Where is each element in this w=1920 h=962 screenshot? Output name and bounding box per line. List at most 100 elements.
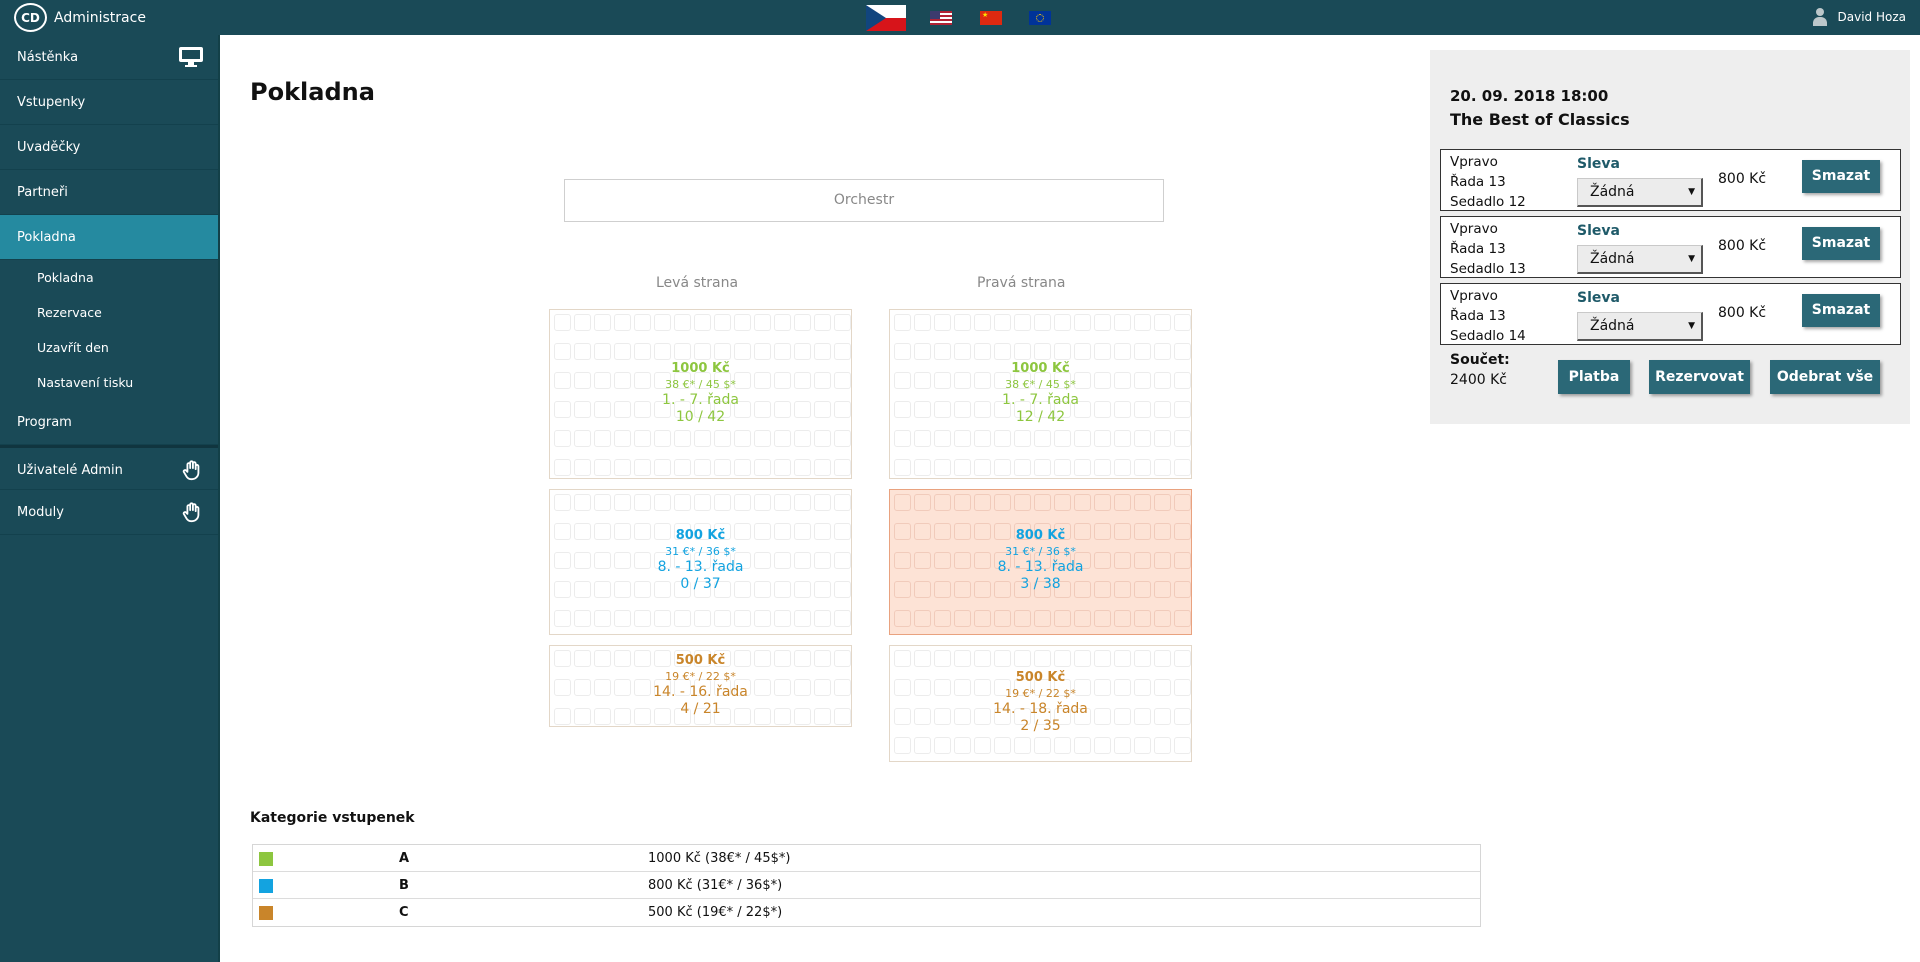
seat[interactable] [1034,494,1051,511]
seat[interactable] [694,494,711,511]
seat[interactable] [814,314,831,331]
seat[interactable] [1114,610,1131,627]
seat[interactable] [714,343,731,360]
seat[interactable] [574,494,591,511]
seat[interactable] [634,459,651,476]
seat[interactable] [1094,494,1111,511]
seat[interactable] [714,314,731,331]
seat[interactable] [1114,314,1131,331]
seat[interactable] [974,459,991,476]
seat[interactable] [1034,430,1051,447]
seat[interactable] [914,610,931,627]
seat[interactable] [1174,314,1191,331]
seat[interactable] [1114,737,1131,754]
seat[interactable] [1034,314,1051,331]
seat[interactable] [614,610,631,627]
seat[interactable] [654,314,671,331]
seat[interactable] [574,314,591,331]
seat[interactable] [554,314,571,331]
seat[interactable] [794,343,811,360]
seat[interactable] [954,314,971,331]
seat[interactable] [1154,314,1171,331]
seat[interactable] [1054,314,1071,331]
cn-flag-icon[interactable]: ★ [980,11,1002,25]
seat[interactable] [914,430,931,447]
seat[interactable] [974,737,991,754]
seat[interactable] [734,459,751,476]
seat-block-right-a[interactable]: 1000 Kč 38 €* / 45 $* 1. - 7. řada 12 / … [889,309,1192,479]
seat[interactable] [794,494,811,511]
sidebar-item-program[interactable]: Program [0,400,218,445]
seat[interactable] [1114,650,1131,667]
seat[interactable] [1174,494,1191,511]
seat[interactable] [1154,650,1171,667]
seat[interactable] [674,610,691,627]
seat[interactable] [1174,459,1191,476]
seat[interactable] [1154,737,1171,754]
seat[interactable] [1074,650,1091,667]
seat[interactable] [654,343,671,360]
seat[interactable] [934,459,951,476]
seat[interactable] [614,314,631,331]
seat[interactable] [894,737,911,754]
seat[interactable] [934,430,951,447]
seat[interactable] [954,343,971,360]
seat[interactable] [994,314,1011,331]
seat[interactable] [594,494,611,511]
seat[interactable] [1154,343,1171,360]
seat[interactable] [1074,494,1091,511]
seat[interactable] [1014,343,1031,360]
seat[interactable] [974,610,991,627]
seat[interactable] [1054,650,1071,667]
seat[interactable] [554,494,571,511]
seat[interactable] [694,610,711,627]
seat[interactable] [1134,737,1151,754]
seat[interactable] [894,314,911,331]
seat[interactable] [1174,650,1191,667]
seat[interactable] [1154,610,1171,627]
seat[interactable] [1014,314,1031,331]
seat[interactable] [1114,459,1131,476]
seat[interactable] [994,343,1011,360]
seat[interactable] [1074,610,1091,627]
seat[interactable] [1014,610,1031,627]
seat[interactable] [774,343,791,360]
seat[interactable] [834,314,851,331]
delete-button[interactable]: Smazat [1802,160,1880,193]
seat[interactable] [1094,430,1111,447]
seat[interactable] [674,459,691,476]
seat[interactable] [1114,430,1131,447]
sidebar-subitem-nastaveni-tisku[interactable]: Nastavení tisku [0,365,218,400]
sidebar-item-moduly[interactable]: Moduly [0,490,218,535]
user-menu[interactable]: David Hoza [1812,8,1906,26]
seat[interactable] [914,737,931,754]
seat[interactable] [994,494,1011,511]
seat[interactable] [814,494,831,511]
discount-select[interactable]: Žádná ▼ [1577,178,1703,207]
seat[interactable] [1134,343,1151,360]
seat[interactable] [734,610,751,627]
seat[interactable] [614,494,631,511]
seat[interactable] [914,459,931,476]
seat[interactable] [594,459,611,476]
seat[interactable] [994,459,1011,476]
seat[interactable] [894,343,911,360]
seat[interactable] [754,314,771,331]
seat[interactable] [934,610,951,627]
seat[interactable] [834,610,851,627]
seat[interactable] [674,494,691,511]
seat[interactable] [674,343,691,360]
remove-all-button[interactable]: Odebrat vše [1770,360,1880,394]
seat[interactable] [1134,610,1151,627]
seat[interactable] [1094,314,1111,331]
seat[interactable] [714,459,731,476]
seat[interactable] [594,343,611,360]
delete-button[interactable]: Smazat [1802,227,1880,260]
seat[interactable] [814,610,831,627]
brand[interactable]: CD Administrace [14,3,146,32]
seat[interactable] [1014,494,1031,511]
seat[interactable] [1054,343,1071,360]
sidebar-subitem-rezervace[interactable]: Rezervace [0,295,218,330]
seat[interactable] [914,314,931,331]
seat[interactable] [974,430,991,447]
